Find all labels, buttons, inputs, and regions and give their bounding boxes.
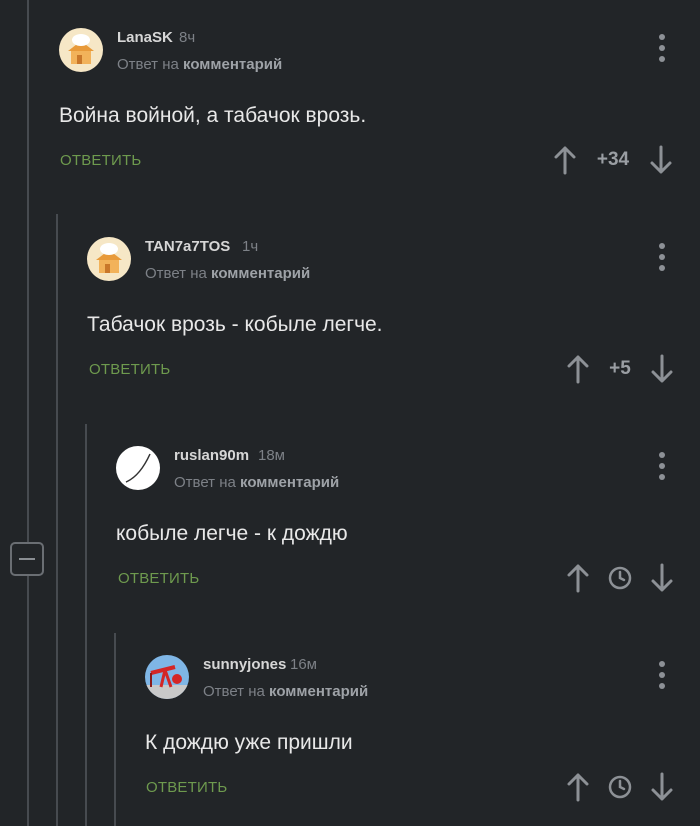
avatar[interactable] (87, 237, 131, 281)
curve-line-avatar-icon (116, 446, 160, 490)
kebab-dot-icon (659, 452, 665, 458)
comments-thread: LanaSK 8ч Ответ на комментарий Война вой… (0, 0, 700, 826)
kebab-dot-icon (659, 683, 665, 689)
upvote-arrow-icon[interactable] (566, 772, 590, 802)
vote-controls (566, 563, 674, 593)
reply-meta: Ответ на комментарий (203, 683, 368, 700)
comment-score: +5 (609, 358, 631, 379)
comment: ruslan90m 18м Ответ на комментарий кобыл… (0, 446, 700, 656)
reply-prefix: Ответ на (117, 56, 179, 73)
reply-prefix: Ответ на (145, 265, 207, 282)
reply-target-link[interactable]: комментарий (269, 683, 368, 700)
kebab-dot-icon (659, 672, 665, 678)
comment-menu-button[interactable] (652, 243, 672, 271)
kebab-dot-icon (659, 474, 665, 480)
reply-prefix: Ответ на (174, 474, 236, 491)
comment-author[interactable]: LanaSK (117, 29, 173, 46)
comment-menu-button[interactable] (652, 34, 672, 62)
vote-controls (566, 772, 674, 802)
avatar[interactable] (145, 655, 189, 699)
comment: sunnyjones 16м Ответ на комментарий К до… (0, 655, 700, 826)
chef-house-avatar-icon (87, 237, 131, 281)
reply-button[interactable]: ОТВЕТИТЬ (146, 779, 227, 796)
reply-meta: Ответ на комментарий (174, 474, 339, 491)
downvote-arrow-icon[interactable] (650, 563, 674, 593)
comment-text: Табачок врозь - кобыле легче. (87, 313, 383, 336)
comment-menu-button[interactable] (652, 452, 672, 480)
reply-button[interactable]: ОТВЕТИТЬ (118, 570, 199, 587)
comment-time[interactable]: 8ч (179, 29, 195, 46)
reply-target-link[interactable]: комментарий (183, 56, 282, 73)
comment-time[interactable]: 18м (258, 447, 285, 464)
kebab-dot-icon (659, 34, 665, 40)
kebab-dot-icon (659, 463, 665, 469)
comment-text: кобыле легче - к дождю (116, 522, 348, 545)
oil-pump-avatar-icon (145, 655, 189, 699)
chef-house-avatar-icon (59, 28, 103, 72)
comment: TAN7a7TOS 1ч Ответ на комментарий Табачо… (0, 237, 700, 447)
comment-author[interactable]: sunnyjones (203, 656, 286, 673)
upvote-arrow-icon[interactable] (566, 354, 590, 384)
downvote-arrow-icon[interactable] (650, 772, 674, 802)
comment-text: Война войной, а табачок врозь. (59, 104, 367, 127)
kebab-dot-icon (659, 45, 665, 51)
comment-author[interactable]: TAN7a7TOS (145, 238, 230, 255)
upvote-arrow-icon[interactable] (553, 145, 577, 175)
kebab-dot-icon (659, 254, 665, 260)
avatar[interactable] (116, 446, 160, 490)
comment-author[interactable]: ruslan90m (174, 447, 249, 464)
kebab-dot-icon (659, 265, 665, 271)
comment-time[interactable]: 16м (290, 656, 317, 673)
reply-meta: Ответ на комментарий (145, 265, 310, 282)
reply-target-link[interactable]: комментарий (240, 474, 339, 491)
reply-meta: Ответ на комментарий (117, 56, 282, 73)
avatar[interactable] (59, 28, 103, 72)
comment: LanaSK 8ч Ответ на комментарий Война вой… (0, 28, 700, 238)
vote-controls: +34 (553, 145, 673, 175)
comment-menu-button[interactable] (652, 661, 672, 689)
kebab-dot-icon (659, 243, 665, 249)
reply-button[interactable]: ОТВЕТИТЬ (89, 361, 170, 378)
comment-text: К дождю уже пришли (145, 731, 353, 754)
comment-score: +34 (596, 149, 630, 170)
kebab-dot-icon (659, 661, 665, 667)
reply-button[interactable]: ОТВЕТИТЬ (60, 152, 141, 169)
downvote-arrow-icon[interactable] (650, 354, 674, 384)
vote-controls: +5 (566, 354, 674, 384)
clock-icon (608, 566, 632, 590)
downvote-arrow-icon[interactable] (649, 145, 673, 175)
clock-icon (608, 775, 632, 799)
upvote-arrow-icon[interactable] (566, 563, 590, 593)
reply-target-link[interactable]: комментарий (211, 265, 310, 282)
reply-prefix: Ответ на (203, 683, 265, 700)
comment-time[interactable]: 1ч (242, 238, 258, 255)
kebab-dot-icon (659, 56, 665, 62)
